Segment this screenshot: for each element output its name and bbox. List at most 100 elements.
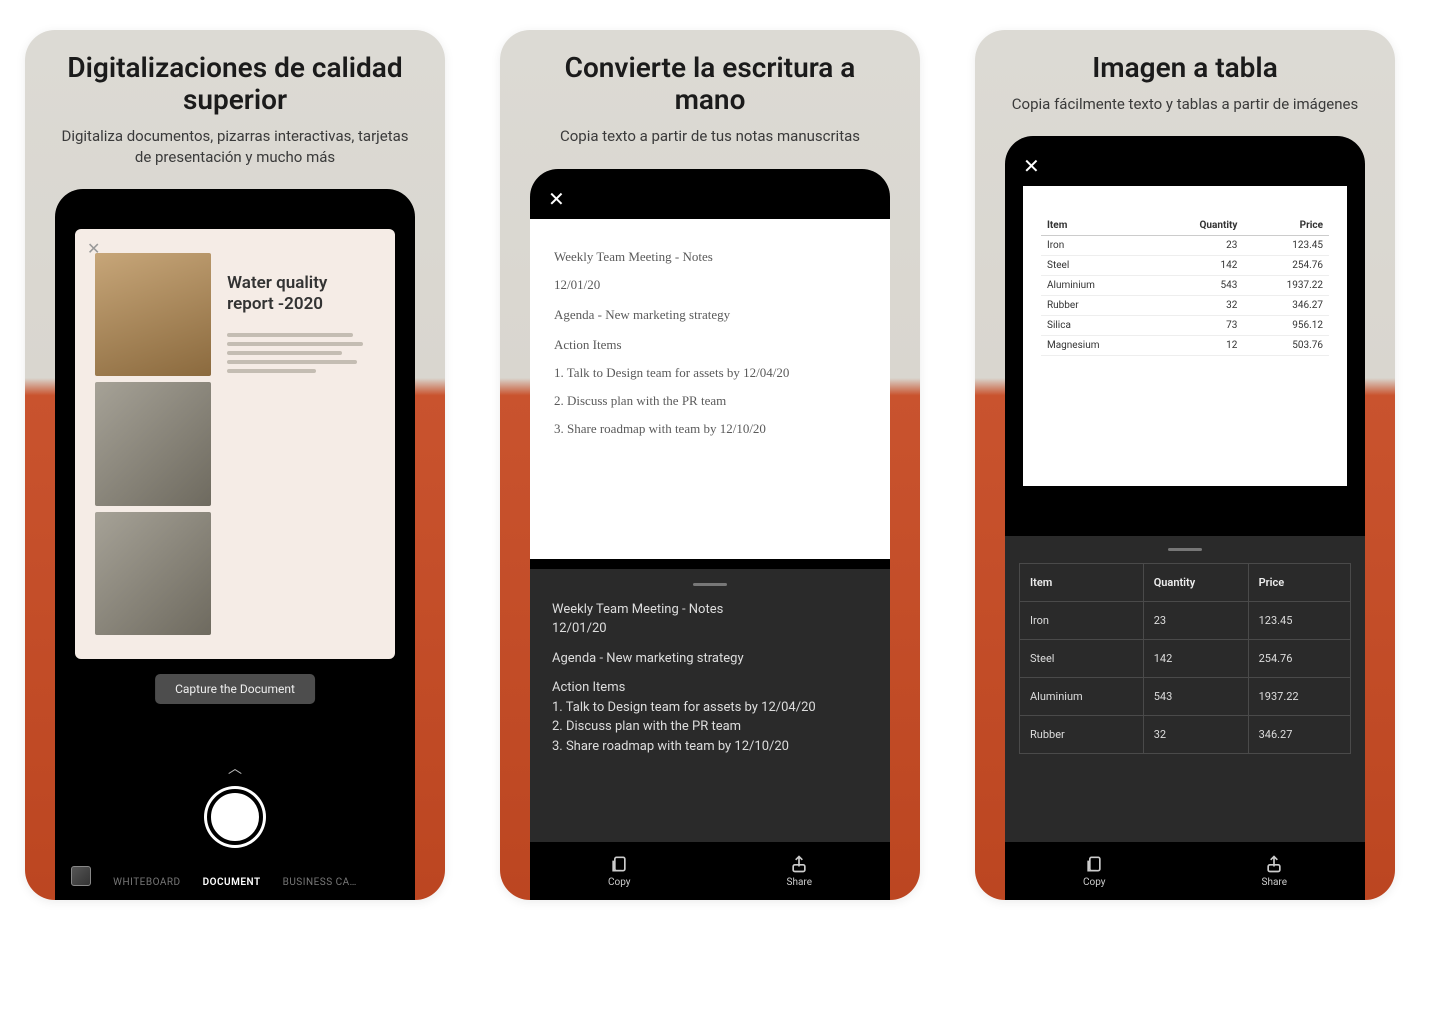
close-icon[interactable]: ✕	[548, 187, 565, 211]
promo-card-scan: Digitalizaciones de calidad superior Dig…	[25, 30, 445, 900]
ocr-line: 2. Discuss plan with the PR team	[552, 719, 741, 734]
preview-image	[95, 512, 211, 635]
cell-qty: 12	[1155, 336, 1243, 356]
cell-qty: 23	[1155, 236, 1243, 256]
cell-qty: 73	[1155, 316, 1243, 336]
share-icon	[1264, 854, 1284, 874]
cell-qty: 23	[1143, 602, 1248, 640]
cell-item: Iron	[1020, 602, 1144, 640]
shutter-button[interactable]	[207, 789, 263, 845]
capture-modes: WHITEBOARD DOCUMENT BUSINESS CA…	[55, 877, 415, 888]
handwritten-note-scan: Weekly Team Meeting - Notes 12/01/20 Age…	[530, 219, 890, 559]
note-line: Action Items	[554, 335, 866, 355]
capture-document-button[interactable]: Capture the Document	[155, 674, 315, 704]
cell-price: 346.27	[1243, 296, 1329, 316]
ocr-line: 1. Talk to Design team for assets by 12/…	[552, 700, 816, 715]
card-subheading: Copia texto a partir de tus notas manusc…	[530, 126, 890, 146]
col-item: Item	[1020, 564, 1144, 602]
table-row: Silica73956.12	[1041, 316, 1329, 336]
mode-whiteboard[interactable]: WHITEBOARD	[113, 877, 181, 888]
col-price: Price	[1248, 564, 1350, 602]
note-line: 1. Talk to Design team for assets by 12/…	[554, 363, 866, 383]
mode-document[interactable]: DOCUMENT	[203, 877, 261, 888]
chevron-up-icon[interactable]: ︿	[228, 758, 242, 778]
close-icon[interactable]: ✕	[87, 239, 100, 258]
table-row: Iron23123.45	[1041, 236, 1329, 256]
promo-card-table: Imagen a tabla Copia fácilmente texto y …	[975, 30, 1395, 900]
note-line: Weekly Team Meeting - Notes	[554, 247, 866, 267]
close-icon[interactable]: ✕	[1023, 154, 1040, 178]
card-subheading: Copia fácilmente texto y tablas a partir…	[1005, 94, 1365, 114]
cell-qty: 543	[1155, 276, 1243, 296]
share-icon	[789, 854, 809, 874]
note-line: Agenda - New marketing strategy	[554, 305, 866, 325]
card-header: Digitalizaciones de calidad superior Dig…	[25, 30, 445, 177]
share-label: Share	[787, 877, 812, 888]
cell-price: 254.76	[1243, 256, 1329, 276]
table-row: Aluminium5431937.22	[1020, 678, 1351, 716]
mode-business-card[interactable]: BUSINESS CA…	[283, 877, 357, 888]
table-row: Steel142254.76	[1041, 256, 1329, 276]
share-button[interactable]: Share	[787, 854, 812, 888]
preview-text-column: Water quality report -2020	[227, 253, 375, 635]
share-label: Share	[1262, 877, 1287, 888]
cell-item: Aluminium	[1041, 276, 1155, 296]
cell-item: Steel	[1020, 640, 1144, 678]
cell-price: 123.45	[1243, 236, 1329, 256]
phone-mockup: ✕ Weekly Team Meeting - Notes 12/01/20 A…	[530, 169, 890, 900]
cell-qty: 543	[1143, 678, 1248, 716]
cell-price: 956.12	[1243, 316, 1329, 336]
cell-qty: 142	[1143, 640, 1248, 678]
table-row: Rubber32346.27	[1020, 716, 1351, 754]
copy-label: Copy	[608, 877, 631, 888]
copy-label: Copy	[1083, 877, 1106, 888]
cell-price: 1937.22	[1248, 678, 1350, 716]
ocr-line: Weekly Team Meeting - Notes	[552, 602, 723, 617]
note-line: 2. Discuss plan with the PR team	[554, 391, 866, 411]
cell-price: 123.45	[1248, 602, 1350, 640]
table-row: Magnesium12503.76	[1041, 336, 1329, 356]
preview-body-lines	[227, 333, 375, 373]
table-row: Steel142254.76	[1020, 640, 1351, 678]
cell-item: Silica	[1041, 316, 1155, 336]
ocr-line: 12/01/20	[552, 621, 607, 636]
drag-handle[interactable]	[1168, 548, 1202, 551]
col-qty: Quantity	[1143, 564, 1248, 602]
phone-mockup: ✕ Water quality report -2020 Capture the…	[55, 189, 415, 900]
preview-image	[95, 253, 211, 376]
cell-price: 254.76	[1248, 640, 1350, 678]
copy-button[interactable]: Copy	[608, 854, 631, 888]
phone-mockup: ✕ Item Quantity Price Iron23123.45Steel1…	[1005, 136, 1365, 900]
preview-image-column	[95, 253, 211, 635]
share-button[interactable]: Share	[1262, 854, 1287, 888]
cell-item: Rubber	[1020, 716, 1144, 754]
note-line: 3. Share roadmap with team by 12/10/20	[554, 419, 866, 439]
col-qty: Quantity	[1155, 216, 1243, 236]
extracted-table: Item Quantity Price Iron23123.45Steel142…	[1019, 563, 1351, 754]
cell-price: 1937.22	[1243, 276, 1329, 296]
ocr-line: Agenda - New marketing strategy	[552, 649, 868, 669]
copy-icon	[609, 854, 629, 874]
table-row: Aluminium5431937.22	[1041, 276, 1329, 296]
card-header: Imagen a tabla Copia fácilmente texto y …	[975, 30, 1395, 124]
cell-item: Aluminium	[1020, 678, 1144, 716]
note-line: 12/01/20	[554, 275, 866, 295]
scanned-table: Item Quantity Price Iron23123.45Steel142…	[1041, 216, 1329, 356]
table-row: Iron23123.45	[1020, 602, 1351, 640]
table-row: Rubber32346.27	[1041, 296, 1329, 316]
preview-image	[95, 382, 211, 505]
action-bar: Copy Share	[530, 842, 890, 900]
ocr-line: Action Items	[552, 680, 625, 695]
copy-button[interactable]: Copy	[1083, 854, 1106, 888]
cell-item: Rubber	[1041, 296, 1155, 316]
drag-handle[interactable]	[693, 583, 727, 586]
table-header-row: Item Quantity Price	[1041, 216, 1329, 236]
cell-price: 346.27	[1248, 716, 1350, 754]
col-item: Item	[1041, 216, 1155, 236]
scanned-table-image: Item Quantity Price Iron23123.45Steel142…	[1023, 186, 1347, 486]
card-subheading: Digitaliza documentos, pizarras interact…	[55, 126, 415, 167]
preview-title: Water quality report -2020	[227, 273, 375, 316]
card-heading: Convierte la escritura a mano	[530, 52, 890, 116]
extracted-table-panel: Item Quantity Price Iron23123.45Steel142…	[1005, 536, 1365, 842]
cell-item: Magnesium	[1041, 336, 1155, 356]
